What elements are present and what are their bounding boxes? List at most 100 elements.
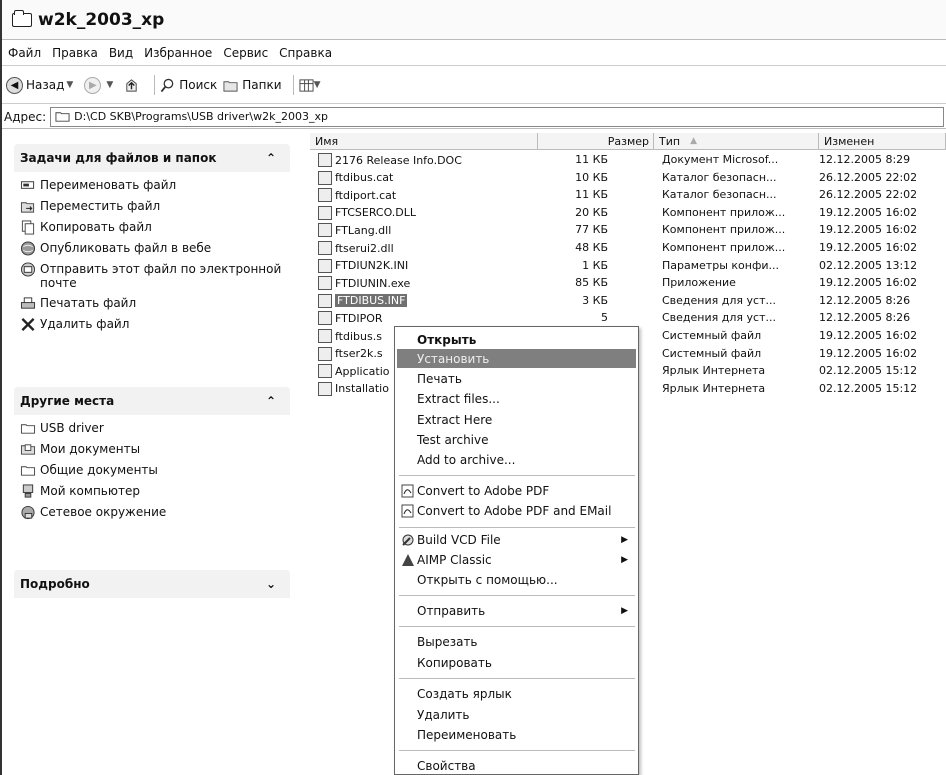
title-bar[interactable]: w2k_2003_xp [2,0,946,40]
menu-item-extract-here[interactable]: Extract Here [397,410,636,429]
menu-separator [399,527,635,528]
column-date[interactable]: Изменен [819,133,946,150]
menu-edit[interactable]: Правка [52,46,98,60]
folders-button[interactable]: Папки [223,78,282,93]
back-dropdown-icon[interactable]: ▼ [66,80,73,90]
file-row[interactable]: ftdibus.cat 10 КБ Каталог безопасн... 26.12… [310,170,946,187]
menu-item-label: Extract Here [417,412,493,427]
menu-item-convert-pdf-email[interactable]: Convert to Adobe PDF and EMail [397,501,636,520]
file-name-text: ftdibus.cat [335,171,394,185]
column-size[interactable]: Размер [538,133,654,150]
expand-icon[interactable]: ⌄ [266,577,276,591]
menu-help[interactable]: Справка [279,46,332,60]
file-name-text: ftserui2.dll [335,241,394,255]
menu-item-label: Build VCD File [417,532,501,547]
task-label: Переместить файл [40,199,161,213]
menu-item-send-to[interactable]: Отправить ▶ [397,601,636,620]
file-row[interactable]: FTLang.dll 77 КБ Компонент прилож... 19.12.… [310,222,946,239]
menu-item-label: Convert to Adobe PDF [417,483,550,498]
copy-file-icon [21,220,35,235]
search-button[interactable]: Поиск [160,78,217,93]
menu-tools[interactable]: Сервис [223,46,268,60]
menu-item-build-vcd[interactable]: Build VCD File ▶ [397,530,636,549]
place-my-computer[interactable]: Мой компьютер [20,484,284,499]
menu-item-install[interactable]: Установить [397,349,636,368]
task-move[interactable]: Переместить файл [20,199,284,214]
file-row[interactable]: FTDIUN2K.INI 1 КБ Параметры конфи... 02.12.… [310,258,946,275]
file-name-text: 2176 Release Info.DOC [335,153,462,167]
menu-item-print[interactable]: Печать [397,369,636,388]
menu-item-rename[interactable]: Переименовать [397,725,636,744]
file-tasks-header[interactable]: Задачи для файлов и папок ⌃ [14,144,290,172]
file-tasks-panel: Задачи для файлов и папок ⌃ Переименоват… [14,144,290,346]
menu-separator [399,595,635,596]
menu-item-delete[interactable]: Удалить [397,705,636,724]
place-network[interactable]: Сетевое окружение [20,505,284,520]
file-row[interactable]: FTDIPOR 5 Сведения для уст... 12.12.2005 8:… [310,310,946,327]
menu-file[interactable]: Файл [8,46,41,60]
views-button[interactable]: ▼ [299,78,326,93]
file-date: 19.12.2005 16:02 [819,276,918,290]
forward-button[interactable]: ▶ ▼ [84,76,118,94]
collapse-icon[interactable]: ⌃ [266,394,276,408]
file-size: 85 КБ [575,276,608,290]
column-type[interactable]: Тип ▲ [654,133,819,150]
menu-item-properties[interactable]: Свойства [397,756,636,775]
context-menu: Открыть Установить Печать Extract files... E… [394,326,639,775]
menu-view[interactable]: Вид [109,46,133,60]
menu-item-convert-pdf[interactable]: Convert to Adobe PDF [397,481,636,500]
task-delete[interactable]: Удалить файл [20,317,284,332]
menu-item-extract-files[interactable]: Extract files... [397,389,636,408]
address-bar: Адрес: D:\CD SKB\Programs\USB driver\w2k… [2,105,946,129]
menu-favorites[interactable]: Избранное [144,46,212,60]
menu-item-label: Test archive [417,432,489,447]
file-type: Документ Microsof... [662,153,779,166]
file-type: Компонент прилож... [662,223,786,237]
menu-item-aimp-classic[interactable]: AIMP Classic ▶ [397,550,636,569]
file-row[interactable]: 2176 Release Info.DOC 11 КБ Документ Micro… [310,152,946,169]
task-copy[interactable]: Копировать файл [20,220,284,235]
menu-item-label: Копировать [417,655,492,670]
task-email[interactable]: Отправить этот файл по электронной почте [20,262,284,290]
menu-item-copy[interactable]: Копировать [397,653,636,672]
collapse-icon[interactable]: ⌃ [266,151,276,165]
back-button[interactable]: ◀ Назад ▼ [6,76,78,94]
file-date: 12.12.2005 8:26 [819,293,911,307]
place-shared-documents[interactable]: Общие документы [20,463,284,478]
file-date: 12.12.2005 8:26 [819,311,911,325]
menu-item-cut[interactable]: Вырезать [397,632,636,651]
menu-item-open[interactable]: Открыть [397,330,636,349]
task-rename[interactable]: Переименовать файл [20,178,284,193]
file-row[interactable]: ftdiport.cat 11 КБ Каталог безопасн... 26.1… [310,187,946,204]
forward-dropdown-icon[interactable]: ▼ [106,80,113,90]
menu-item-test-archive[interactable]: Test archive [397,430,636,449]
menu-item-add-to-archive[interactable]: Add to archive... [397,450,636,469]
address-input[interactable]: D:\CD SKB\Programs\USB driver\w2k_2003_x… [50,106,944,127]
task-publish[interactable]: Опубликовать файл в вебе [20,241,284,256]
up-button[interactable] [124,78,143,93]
file-name: FTLang.dll [318,223,391,238]
file-row[interactable]: ftserui2.dll 48 КБ Компонент прилож... 19.1… [310,240,946,257]
file-row[interactable]: FTDIBUS.INF 3 КБ Сведения для уст... 12.12.… [310,293,946,310]
file-name-text: ftser2k.s [335,347,383,361]
folder-icon [12,9,32,27]
task-print[interactable]: Печатать файл [20,296,284,311]
place-usb-driver[interactable]: USB driver [20,421,284,436]
task-label: Копировать файл [40,220,152,234]
task-label: Отправить этот файл по электронной почте [40,262,282,290]
explorer-window: w2k_2003_xp Файл Правка Вид Избранное Се… [0,0,946,775]
menu-item-label: Convert to Adobe PDF and EMail [417,503,612,518]
other-places-header[interactable]: Другие места ⌃ [14,387,290,415]
details-header[interactable]: Подробно ⌄ [14,570,290,598]
window-title: w2k_2003_xp [38,9,165,30]
menu-item-create-shortcut[interactable]: Создать ярлык [397,684,636,703]
file-row[interactable]: FTCSERCO.DLL 20 КБ Компонент прилож... 19.1… [310,205,946,222]
file-name: FTCSERCO.DLL [318,205,416,220]
file-row[interactable]: FTDIUNIN.exe 85 КБ Приложение 19.12.2005 16… [310,275,946,292]
menu-item-open-with[interactable]: Открыть с помощью... [397,570,636,589]
file-icon [318,381,332,396]
place-my-documents[interactable]: Мои документы [20,442,284,457]
column-name[interactable]: Имя [310,133,538,150]
file-date: 19.12.2005 16:02 [819,346,918,360]
file-type: Приложение [662,276,736,290]
